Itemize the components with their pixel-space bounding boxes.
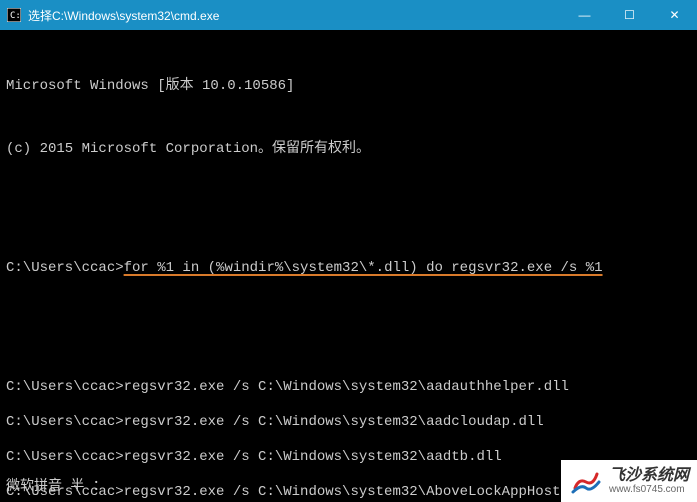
minimize-button[interactable]: — (562, 0, 607, 30)
output-line: C:\Users\ccac>regsvr32.exe /s C:\Windows… (6, 412, 691, 433)
typed-command: for %1 in (%windir%\system32\*.dll) do r… (124, 260, 603, 276)
window-title: 选择C:\Windows\system32\cmd.exe (28, 7, 562, 24)
watermark-title: 飞沙系统网 (609, 467, 689, 485)
titlebar[interactable]: C: 选择C:\Windows\system32\cmd.exe — ☐ ✕ (0, 0, 697, 30)
prompt: C:\Users\ccac> (6, 260, 124, 276)
header-line: Microsoft Windows [版本 10.0.10586] (6, 76, 691, 97)
terminal-output[interactable]: Microsoft Windows [版本 10.0.10586] (c) 20… (0, 30, 697, 502)
copyright-line: (c) 2015 Microsoft Corporation。保留所有权利。 (6, 139, 691, 160)
output-line: C:\Users\ccac>regsvr32.exe /s C:\Windows… (6, 377, 691, 398)
cmd-icon: C: (6, 7, 22, 23)
svg-text:C:: C: (10, 11, 21, 21)
command-line: C:\Users\ccac>for %1 in (%windir%\system… (6, 258, 691, 279)
watermark: 飞沙系统网 www.fs0745.com (561, 460, 697, 502)
close-button[interactable]: ✕ (652, 0, 697, 30)
watermark-url: www.fs0745.com (609, 484, 689, 495)
maximize-button[interactable]: ☐ (607, 0, 652, 30)
window-controls: — ☐ ✕ (562, 0, 697, 30)
ime-status: 微软拼音 半 ： (6, 477, 107, 498)
watermark-logo-icon (569, 464, 603, 498)
